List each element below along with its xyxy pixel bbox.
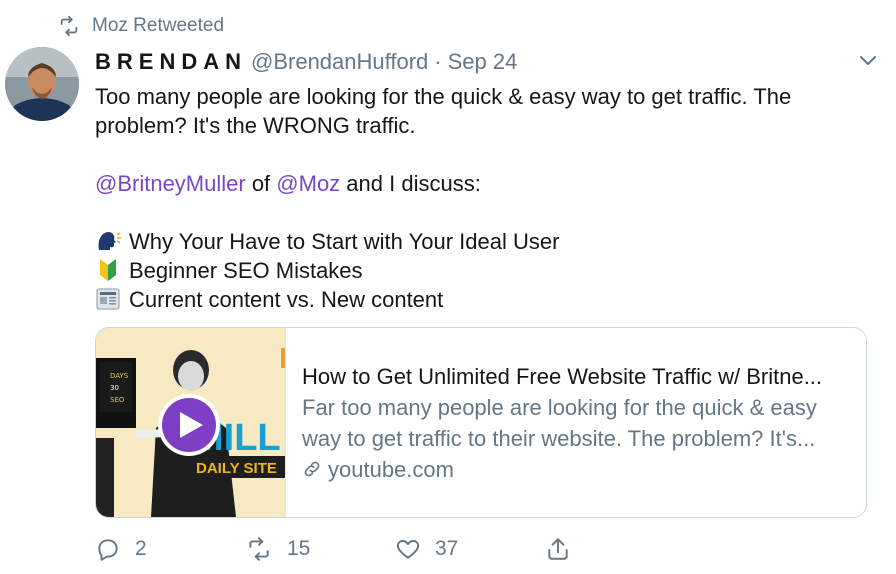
mention-link[interactable]: @BritneyMuller: [95, 171, 246, 196]
bullet-line-2: Beginner SEO Mistakes: [95, 256, 875, 285]
tweet-date[interactable]: Sep 24: [448, 49, 518, 75]
link-icon: [304, 461, 320, 477]
svg-text:SEO: SEO: [110, 396, 125, 404]
retweet-banner[interactable]: Moz Retweeted: [58, 12, 224, 40]
retweet-icon: [249, 537, 269, 561]
tweet-actions: 2 15 37: [95, 532, 595, 566]
like-count: 37: [435, 537, 459, 560]
svg-text:30: 30: [110, 384, 119, 392]
author-name[interactable]: BRENDAN: [95, 49, 247, 75]
card-description-2: way to get traffic to their website. The…: [302, 425, 816, 451]
like-button[interactable]: 37: [395, 536, 458, 562]
card-title: How to Get Unlimited Free Website Traffi…: [302, 363, 823, 389]
card-domain: youtube.com: [302, 454, 822, 485]
reply-icon: [98, 539, 118, 561]
retweet-banner-text: Moz Retweeted: [92, 15, 225, 36]
video-thumbnail-image: DAYS 30 SEO MILL DAILY SITE: [96, 328, 285, 517]
bullet-line-3: Current content vs. New content: [95, 285, 875, 314]
avatar[interactable]: [5, 47, 79, 121]
retweet-icon: [60, 15, 78, 37]
bullet-text-2: Beginner SEO Mistakes: [129, 258, 363, 283]
bullet-text-1: Why Your Have to Start with Your Ideal U…: [129, 229, 560, 254]
beginner-symbol-icon: [100, 259, 116, 281]
bullet-text-3: Current content vs. New content: [129, 287, 444, 312]
retweet-button[interactable]: 15: [245, 536, 310, 562]
share-button[interactable]: [545, 536, 585, 562]
reply-button[interactable]: 2: [95, 536, 147, 562]
tweet-header: BRENDAN @BrendanHufford · Sep 24: [95, 46, 875, 78]
card-body: How to Get Unlimited Free Website Traffi…: [286, 328, 822, 517]
speaking-head-icon: [98, 232, 121, 250]
bullet-line-1: Why Your Have to Start with Your Ideal U…: [95, 227, 875, 256]
reply-count: 2: [135, 537, 147, 560]
tweet-text-discuss: and I discuss:: [340, 171, 481, 196]
svg-text:DAYS: DAYS: [110, 372, 129, 380]
tweet-line-mentions: @BritneyMuller of @Moz and I discuss:: [95, 169, 875, 198]
separator: ·: [434, 49, 442, 74]
newspaper-icon: [96, 288, 120, 310]
tweet[interactable]: BRENDAN @BrendanHufford · Sep 24 Too man…: [95, 46, 876, 314]
tweet-text-of: of: [245, 171, 277, 196]
card-domain-text: youtube.com: [328, 456, 454, 482]
share-icon: [548, 538, 568, 560]
retweet-count: 15: [287, 537, 311, 560]
thumbnail-subtitle-text: DAILY SITE: [196, 460, 277, 477]
tweet-line-1: Too many people are looking for the quic…: [95, 84, 792, 109]
avatar-image: [5, 47, 79, 121]
tweet-text: Too many people are looking for the quic…: [95, 82, 875, 314]
card-description-1: Far too many people are looking for the …: [302, 394, 817, 420]
chevron-down-icon[interactable]: [853, 46, 883, 76]
mention-link[interactable]: @Moz: [276, 171, 340, 196]
card-thumbnail: DAYS 30 SEO MILL DAILY SITE: [96, 328, 286, 517]
author-handle[interactable]: @BrendanHufford: [251, 49, 428, 75]
link-card[interactable]: DAYS 30 SEO MILL DAILY SITE How to Get U…: [95, 327, 867, 518]
tweet-line-2: problem? It's the WRONG traffic.: [95, 113, 416, 138]
heart-icon: [396, 539, 420, 559]
